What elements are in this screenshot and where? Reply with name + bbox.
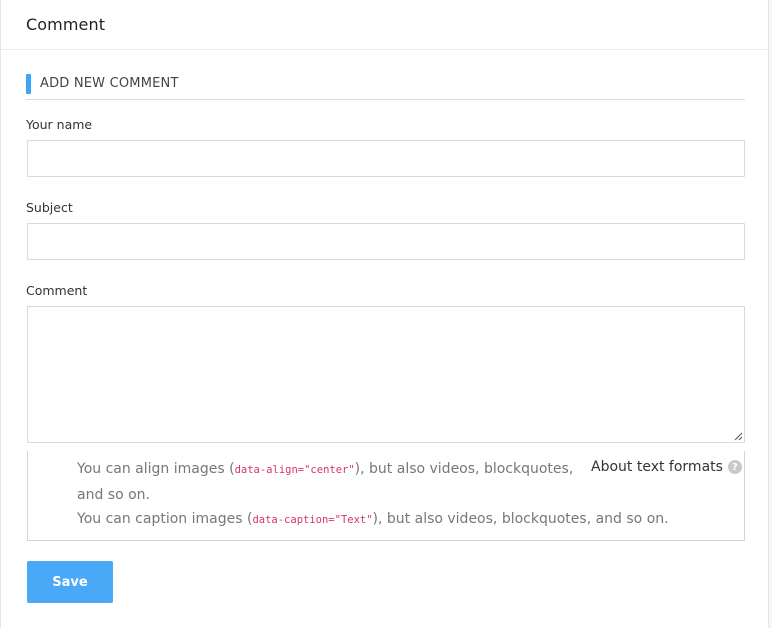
- format-tip-align: You can align images (data-align="center…: [77, 457, 587, 508]
- comment-card: Comment ADD NEW COMMENT Your name Subjec…: [0, 0, 769, 628]
- format-tip-align-code: data-align="center": [234, 464, 355, 476]
- section-accent-bar: [26, 74, 31, 94]
- format-tip-caption-code: data-caption="Text": [252, 514, 373, 526]
- name-label: Your name: [26, 117, 93, 132]
- format-tip-caption: You can caption images (data-caption="Te…: [77, 507, 737, 533]
- about-text-formats-label: About text formats: [591, 459, 723, 475]
- subject-input[interactable]: [27, 223, 745, 260]
- section-heading: ADD NEW COMMENT: [26, 74, 745, 100]
- format-tip-align-prefix: You can align images (: [77, 461, 235, 477]
- resize-grip-icon[interactable]: [734, 432, 743, 441]
- about-text-formats-link[interactable]: About text formats ?: [591, 459, 742, 475]
- text-format-help: You can align images (data-align="center…: [27, 451, 745, 541]
- subject-label: Subject: [26, 200, 73, 215]
- page-title: Comment: [26, 15, 106, 34]
- format-tip-caption-suffix: ), but also videos, blockquotes, and so …: [372, 511, 669, 527]
- question-circle-icon: ?: [727, 460, 742, 474]
- section-title: ADD NEW COMMENT: [40, 76, 179, 91]
- comment-textarea[interactable]: [27, 306, 745, 443]
- save-button[interactable]: Save: [27, 561, 113, 603]
- format-tip-caption-prefix: You can caption images (: [77, 511, 253, 527]
- name-input[interactable]: [27, 140, 745, 177]
- comment-label: Comment: [26, 283, 88, 298]
- card-header: Comment: [1, 0, 768, 50]
